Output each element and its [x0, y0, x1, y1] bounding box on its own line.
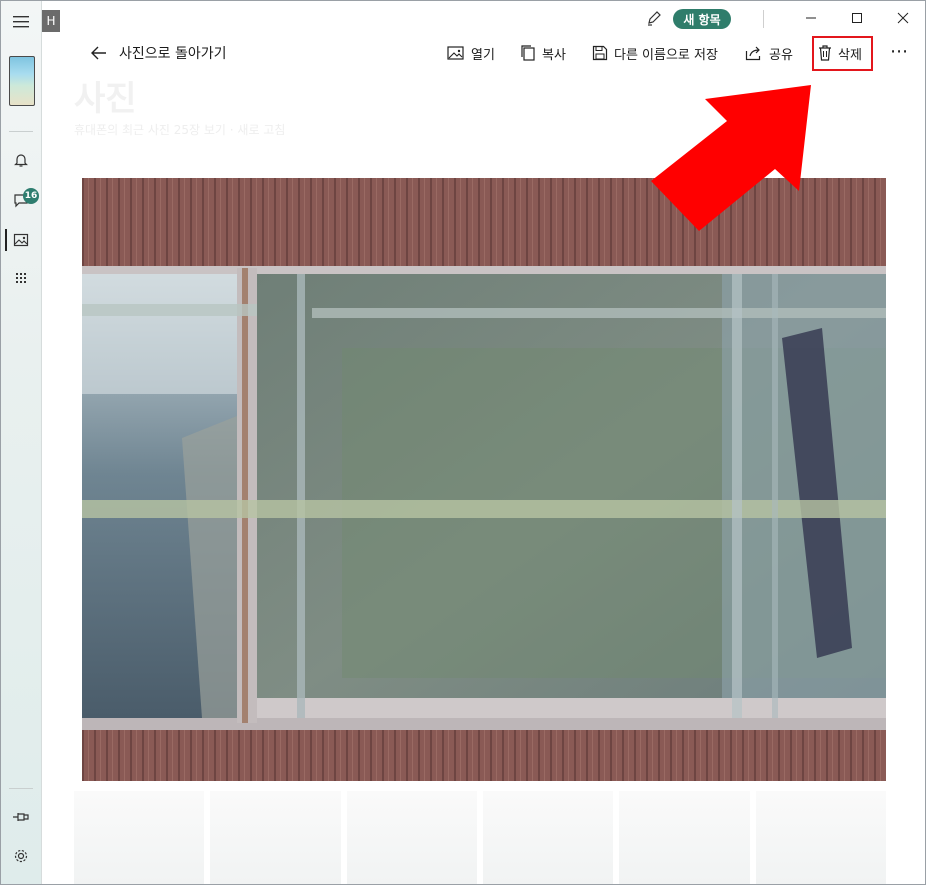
maximize-button[interactable] — [843, 5, 871, 31]
back-label: 사진으로 돌아가기 — [119, 46, 227, 62]
copy-label: 복사 — [542, 47, 566, 63]
hamburger-icon[interactable] — [9, 10, 33, 34]
save-as-button[interactable]: 다른 이름으로 저장 — [592, 41, 718, 65]
delete-highlight-box — [812, 36, 873, 71]
rail-divider — [9, 131, 33, 132]
background-thumb — [482, 791, 614, 884]
back-button[interactable]: 사진으로 돌아가기 — [91, 41, 227, 65]
titlebar-divider — [763, 10, 764, 28]
app-initial-badge: H — [42, 10, 60, 32]
new-item-badge[interactable]: 새 항목 — [673, 9, 731, 29]
pin-icon[interactable] — [9, 805, 33, 829]
background-thumb — [755, 791, 886, 884]
save-icon — [592, 45, 608, 61]
background-title: 사진 — [74, 79, 137, 119]
background-photo-strip — [74, 791, 886, 884]
grid-icon[interactable] — [9, 267, 33, 291]
red-arrow-annotation — [651, 85, 811, 231]
copy-icon — [521, 45, 535, 61]
copy-button[interactable]: 복사 — [520, 41, 566, 65]
background-thumb — [210, 791, 341, 884]
pen-icon[interactable] — [645, 9, 663, 27]
active-indicator — [5, 229, 7, 251]
image-icon[interactable] — [9, 228, 33, 252]
gear-icon[interactable] — [9, 844, 33, 868]
bell-icon[interactable] — [9, 148, 33, 172]
open-button[interactable]: 열기 — [447, 41, 495, 65]
rail-divider-bottom — [9, 788, 33, 789]
close-button[interactable] — [889, 5, 917, 31]
share-label: 공유 — [769, 47, 793, 63]
background-thumb — [74, 791, 205, 884]
photo-preview — [82, 178, 886, 781]
back-arrow-icon — [91, 46, 106, 60]
open-image-icon — [447, 46, 464, 60]
open-label: 열기 — [471, 47, 495, 63]
phone-thumbnail[interactable] — [9, 56, 35, 106]
messages-badge: 16 — [23, 188, 39, 204]
share-button[interactable]: 공유 — [745, 41, 793, 65]
background-thumb — [619, 791, 750, 884]
minimize-button[interactable] — [797, 5, 825, 31]
more-options-button[interactable]: ⋯ — [890, 41, 909, 62]
app-window: 16 H 새 항목 사진 휴대폰의 최근 사진 25장 보기 · 새로 고침 사… — [0, 0, 926, 885]
background-subtitle: 휴대폰의 최근 사진 25장 보기 · 새로 고침 — [74, 123, 286, 137]
nav-rail: 16 — [1, 1, 42, 884]
save-as-label: 다른 이름으로 저장 — [614, 47, 718, 63]
share-icon — [745, 46, 761, 61]
background-thumb — [346, 791, 477, 884]
